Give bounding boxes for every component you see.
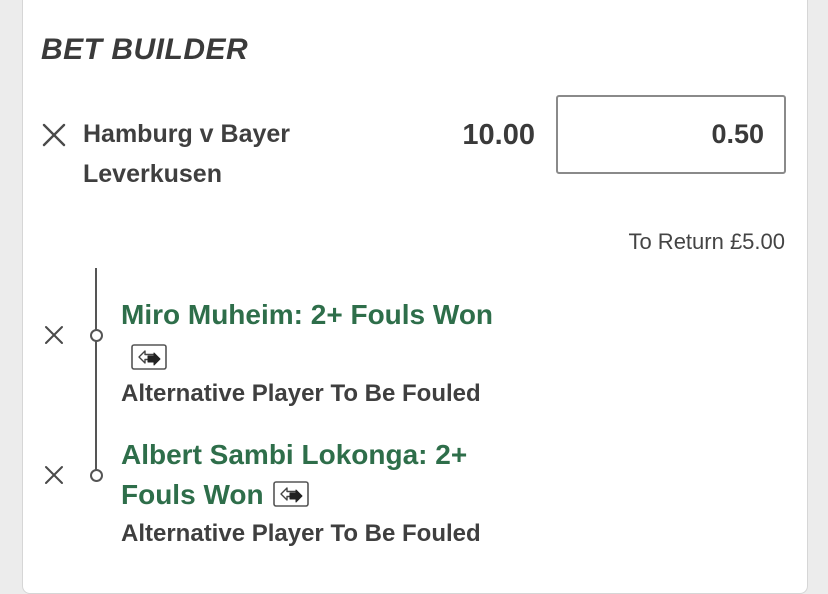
selection-name-line: Albert Sambi Lokonga: 2+ Fouls Won: [121, 435, 521, 515]
timeline-node: [90, 469, 103, 482]
remove-bet-close-icon[interactable]: [42, 123, 66, 147]
selection-item: Albert Sambi Lokonga: 2+ Fouls Won Alter…: [121, 435, 521, 553]
selection-name-line: Miro Muheim: 2+ Fouls Won: [121, 295, 551, 375]
selection-item: Miro Muheim: 2+ Fouls Won Alternative Pl…: [121, 295, 551, 413]
selection-name: Miro Muheim: 2+ Fouls Won: [121, 299, 494, 330]
selection-market: Alternative Player To Be Fouled: [121, 380, 481, 407]
bet-odds: 10.00: [462, 119, 535, 151]
timeline-node: [90, 329, 103, 342]
swap-arrows-icon[interactable]: [131, 343, 167, 370]
event-name: Hamburg v Bayer Leverkusen: [83, 120, 291, 188]
remove-selection-close-icon[interactable]: [44, 325, 64, 345]
stake-input[interactable]: [556, 95, 786, 174]
selections-timeline: [95, 268, 97, 478]
remove-selection-close-icon[interactable]: [44, 465, 64, 485]
swap-arrows-icon[interactable]: [273, 480, 310, 507]
selection-market: Alternative Player To Be Fouled: [121, 520, 481, 547]
bet-builder-title: BET BUILDER: [41, 33, 249, 66]
to-return-text: To Return £5.00: [628, 229, 785, 254]
